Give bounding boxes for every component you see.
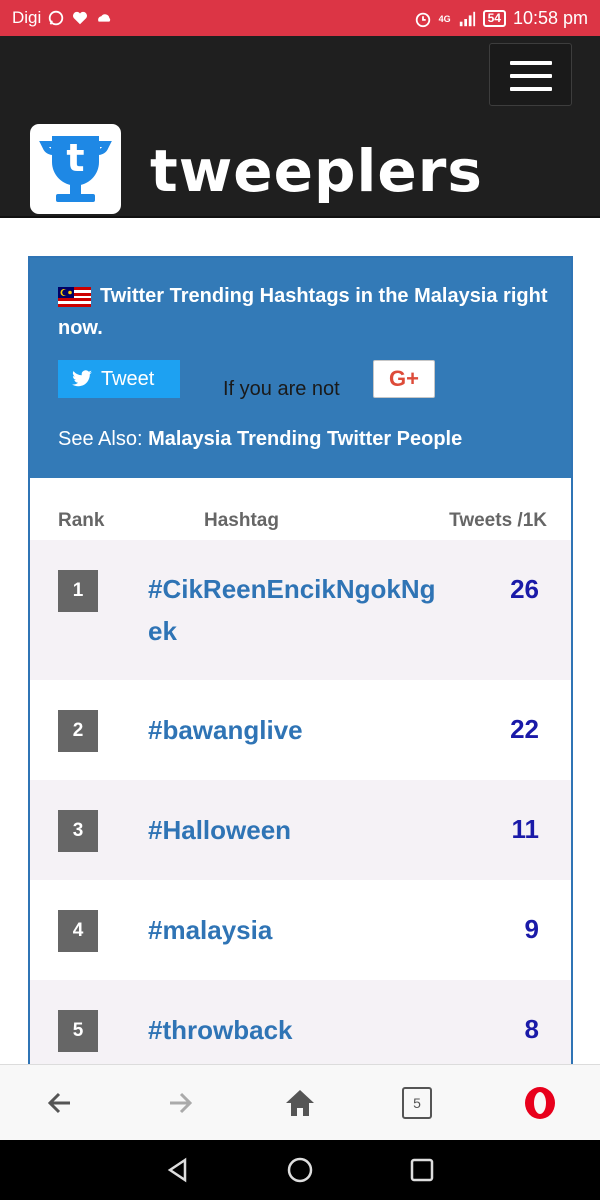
column-header-tweets: Tweets /1K [449,510,547,531]
carrier-label: Digi [12,8,42,27]
column-header-rank: Rank [58,510,105,531]
brand-name[interactable]: tweeplers [150,135,483,207]
rank-badge: 1 [58,570,98,612]
clock: 10:58 pm [512,8,588,28]
tweet-button[interactable]: Tweet [58,360,180,398]
table-row[interactable]: 1 #CikReenEncikNgokNgek 26 [30,540,571,680]
system-nav-bar [0,1140,600,1200]
hamburger-line [510,74,552,78]
main-content: Twitter Trending Hashtags in the Malaysi… [0,218,600,1116]
rank-badge: 2 [58,710,98,752]
tweet-count: 9 [524,914,539,944]
tabs-icon[interactable]: 5 [402,1087,432,1119]
hashtag-link[interactable]: #throwback [148,1009,448,1051]
alarm-icon [415,12,430,27]
panel-title: Twitter Trending Hashtags in the Malaysi… [58,285,548,339]
see-also: See Also: Malaysia Trending Twitter Peop… [58,428,462,451]
trophy-icon: t [39,136,112,202]
whatsapp-icon [49,10,64,26]
table-row[interactable]: 3 #Halloween 11 [30,780,571,880]
hamburger-icon [510,61,552,65]
trending-panel: Twitter Trending Hashtags in the Malaysi… [28,256,573,1116]
panel-heading: Twitter Trending Hashtags in the Malaysi… [30,258,571,478]
see-also-link[interactable]: Malaysia Trending Twitter People [148,428,462,450]
status-bar: Digi 4G 54 10:58 pm [0,0,600,36]
hamburger-line [510,87,552,91]
nav-back-icon[interactable] [163,1155,193,1185]
table-row[interactable]: 4 #malaysia 9 [30,880,571,980]
rank-badge: 5 [58,1010,98,1052]
browser-toolbar: 5 [0,1064,600,1140]
tweet-count: 8 [524,1014,539,1044]
site-logo[interactable]: t [30,124,121,214]
logo-letter: t [66,136,84,180]
see-also-label: See Also: [58,428,143,450]
opera-icon[interactable] [522,1085,558,1121]
google-plus-icon: G+ [389,366,419,391]
tweet-count: 26 [510,574,539,604]
hashtag-link[interactable]: #bawanglive [148,709,448,751]
column-header-hashtag: Hashtag [204,510,279,531]
twitter-bird-icon [72,370,92,387]
heart-icon [73,11,88,25]
rank-badge: 3 [58,810,98,852]
nav-recents-icon[interactable] [407,1155,437,1185]
not-you-text: If you are not [223,378,340,400]
tweet-label: Tweet [101,367,155,390]
hashtag-link[interactable]: #CikReenEncikNgokNgek [148,568,448,652]
tweet-count: 22 [510,714,539,744]
signal-icon [459,11,475,26]
nav-home-icon[interactable] [285,1155,315,1185]
tabs-count: 5 [413,1095,421,1111]
forward-arrow-icon[interactable] [162,1085,198,1121]
site-header: t tweeplers [0,36,600,218]
battery-icon: 54 [482,10,506,27]
google-plus-button[interactable]: G+ [373,360,435,398]
hashtag-link[interactable]: #malaysia [148,909,448,951]
back-arrow-icon[interactable] [42,1085,78,1121]
rank-badge: 4 [58,910,98,952]
network-label: 4G [438,13,451,24]
table-row[interactable]: 2 #bawanglive 22 [30,680,571,780]
menu-button[interactable] [489,43,572,106]
tweet-count: 11 [511,814,540,844]
home-icon[interactable] [282,1085,318,1121]
hashtag-link[interactable]: #Halloween [148,809,448,851]
cloud-icon [98,14,111,22]
